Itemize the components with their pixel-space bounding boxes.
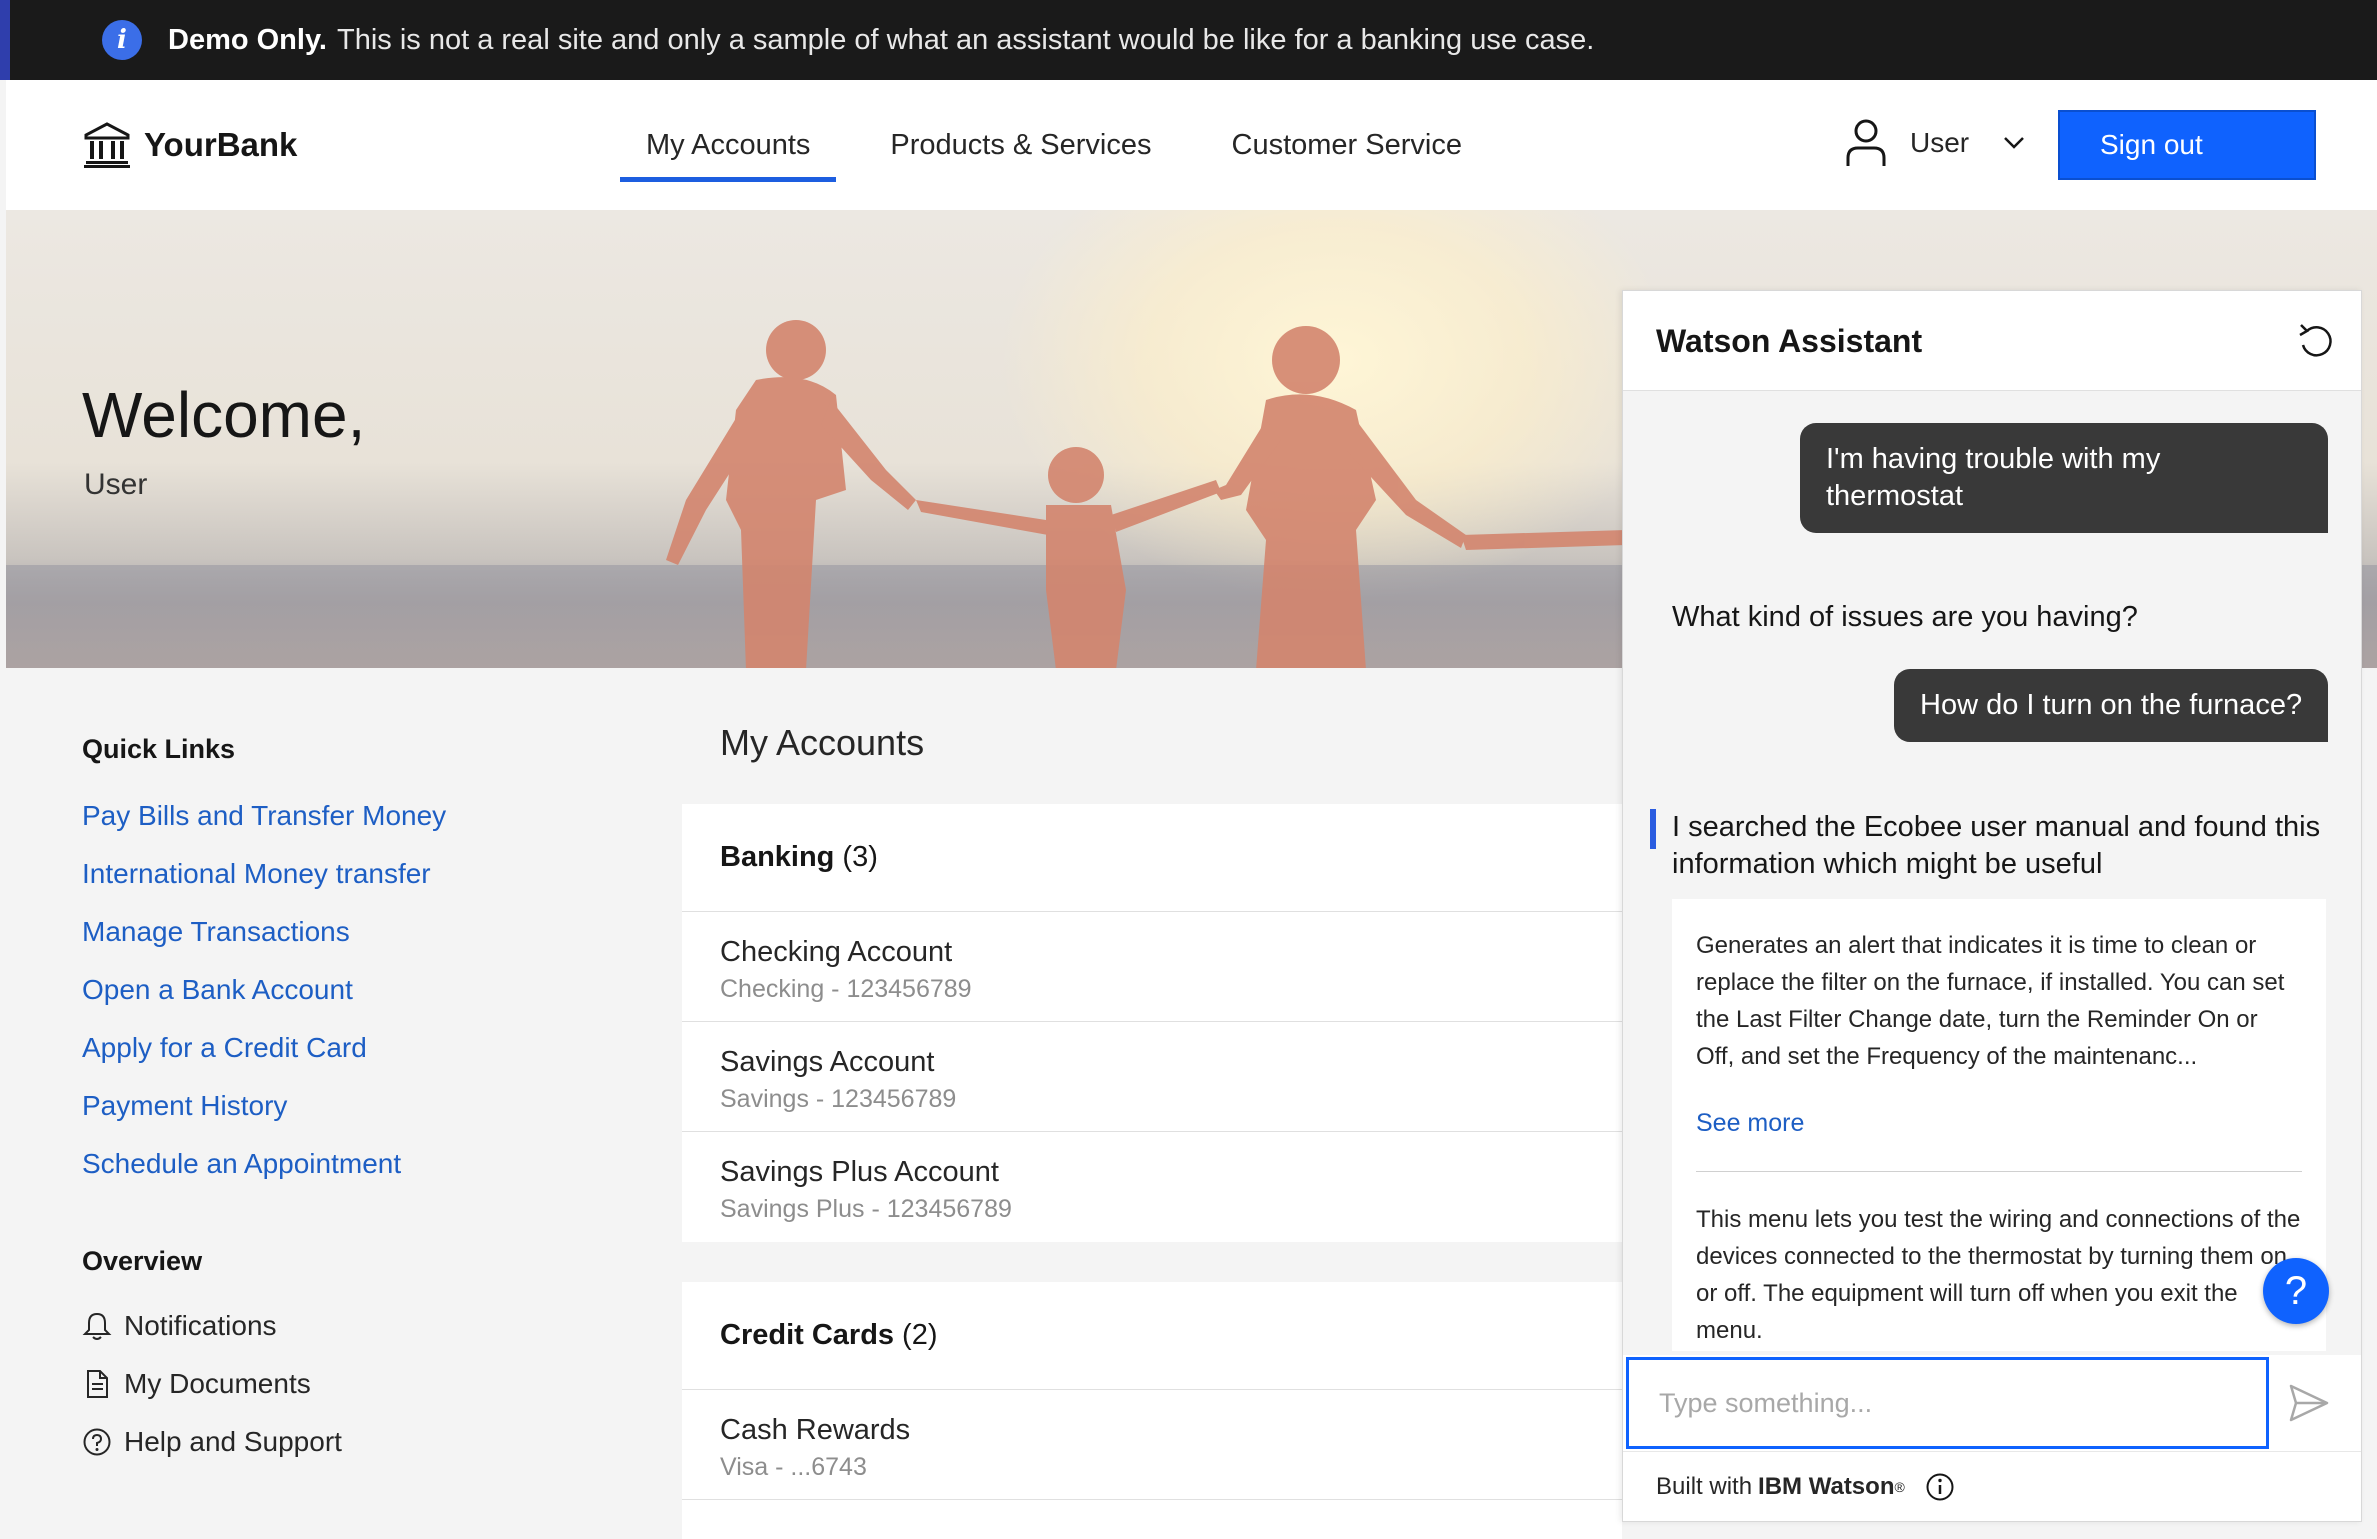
user-message: I'm having trouble with my thermostat	[1800, 423, 2328, 533]
quick-link-manage-transactions[interactable]: Manage Transactions	[82, 916, 350, 948]
family-photo	[666, 320, 1626, 668]
restart-icon[interactable]	[2293, 321, 2335, 361]
logo[interactable]: YourBank	[84, 122, 297, 168]
account-number: Savings - 123456789	[720, 1085, 957, 1113]
document-icon	[87, 1370, 108, 1398]
welcome-user: User	[84, 468, 148, 501]
account-number: Visa - ...6743	[720, 1453, 867, 1481]
overview-help[interactable]: Help and Support	[82, 1426, 342, 1458]
chat-panel: Watson Assistant I'm having trouble with…	[1622, 290, 2362, 1522]
help-button[interactable]: ?	[2263, 1258, 2329, 1324]
account-number: Checking - 123456789	[720, 975, 972, 1003]
nav-customer-service[interactable]: Customer Service	[1206, 80, 1488, 210]
chat-input-row	[1623, 1355, 2361, 1451]
bot-message-indicator	[1650, 809, 1656, 849]
see-more-link[interactable]: See more	[1696, 1109, 1804, 1138]
quick-link-credit-card[interactable]: Apply for a Credit Card	[82, 1032, 367, 1064]
footer-registered-mark: ®	[1894, 1478, 1905, 1495]
info-icon: i	[102, 20, 142, 60]
account-row[interactable]: Savings Account Savings - 123456789	[682, 1022, 1622, 1132]
account-number: Savings Plus - 123456789	[720, 1195, 1012, 1223]
footer-prefix: Built with	[1656, 1472, 1753, 1500]
account-name: Checking Account	[720, 936, 953, 968]
user-icon	[1846, 119, 1886, 166]
nav-my-accounts[interactable]: My Accounts	[620, 80, 837, 210]
banner-message: This is not a real site and only a sampl…	[337, 23, 1595, 56]
accounts-title: My Accounts	[720, 722, 925, 763]
footer-brand: IBM Watson	[1758, 1472, 1895, 1500]
account-name: Savings Plus Account	[720, 1156, 999, 1188]
welcome-heading: Welcome,	[82, 379, 366, 451]
credit-cards-card: Credit Cards (2) Cash Rewards Visa - ...…	[682, 1282, 1622, 1539]
overview-notifications-label: Notifications	[124, 1310, 277, 1341]
account-name: Savings Account	[720, 1046, 935, 1078]
quick-link-international-transfer[interactable]: International Money transfer	[82, 858, 431, 890]
logo-text: YourBank	[144, 126, 298, 163]
banking-title: Banking	[720, 841, 835, 873]
main-nav: My Accounts Products & Services Customer…	[620, 80, 1516, 210]
site-header: YourBank My Accounts Products & Services…	[6, 80, 2377, 210]
quick-link-payment-history[interactable]: Payment History	[82, 1090, 287, 1122]
chat-header: Watson Assistant	[1623, 291, 2361, 391]
credit-cards-count: (2)	[902, 1319, 938, 1351]
search-result-text: This menu lets you test the wiring and c…	[1696, 1206, 2301, 1344]
overview-documents[interactable]: My Documents	[82, 1368, 311, 1400]
send-icon[interactable]	[2287, 1381, 2331, 1425]
overview-notifications[interactable]: Notifications	[82, 1310, 277, 1342]
overview-title: Overview	[82, 1246, 203, 1276]
search-results: Generates an alert that indicates it is …	[1672, 899, 2326, 1351]
info-icon[interactable]	[1925, 1472, 1955, 1502]
quick-links-title: Quick Links	[82, 734, 236, 764]
result-divider	[1696, 1171, 2302, 1172]
chevron-down-icon	[2004, 137, 2025, 149]
account-row[interactable]: Cash Rewards Visa - ...6743	[682, 1390, 1622, 1500]
chat-input[interactable]	[1626, 1357, 2269, 1449]
help-icon	[83, 1428, 111, 1456]
bank-icon	[84, 122, 130, 168]
user-message: How do I turn on the furnace?	[1894, 669, 2329, 742]
demo-banner: i Demo Only. This is not a real site and…	[0, 0, 2377, 80]
overview-documents-label: My Documents	[124, 1368, 311, 1399]
chat-title: Watson Assistant	[1656, 323, 1923, 359]
sign-out-button[interactable]: Sign out	[2058, 110, 2316, 180]
bell-icon	[82, 1312, 112, 1340]
user-menu[interactable]: User	[1844, 118, 2025, 168]
banking-header[interactable]: Banking (3)	[682, 804, 1622, 912]
quick-link-open-account[interactable]: Open a Bank Account	[82, 974, 353, 1006]
credit-cards-header[interactable]: Credit Cards (2)	[682, 1282, 1622, 1390]
nav-products-services[interactable]: Products & Services	[864, 80, 1177, 210]
banking-card: Banking (3) Checking Account Checking - …	[682, 804, 1622, 1242]
user-name: User	[1910, 127, 1970, 158]
banner-bold: Demo Only.	[168, 23, 327, 56]
overview-help-label: Help and Support	[124, 1426, 342, 1457]
chat-footer: Built with IBM Watson ®	[1623, 1451, 2361, 1521]
account-row[interactable]: Savings Plus Account Savings Plus - 1234…	[682, 1132, 1622, 1242]
bot-message: What kind of issues are you having?	[1672, 601, 2138, 633]
account-name: Cash Rewards	[720, 1414, 911, 1446]
account-row[interactable]: Checking Account Checking - 123456789	[682, 912, 1622, 1022]
banking-count: (3)	[842, 841, 878, 873]
credit-cards-title: Credit Cards	[720, 1319, 895, 1351]
quick-link-pay-bills[interactable]: Pay Bills and Transfer Money	[82, 800, 446, 832]
bot-message: I searched the Ecobee user manual and fo…	[1672, 811, 2321, 880]
search-result-text: Generates an alert that indicates it is …	[1696, 932, 2285, 1070]
quick-link-schedule-appointment[interactable]: Schedule an Appointment	[82, 1148, 401, 1180]
